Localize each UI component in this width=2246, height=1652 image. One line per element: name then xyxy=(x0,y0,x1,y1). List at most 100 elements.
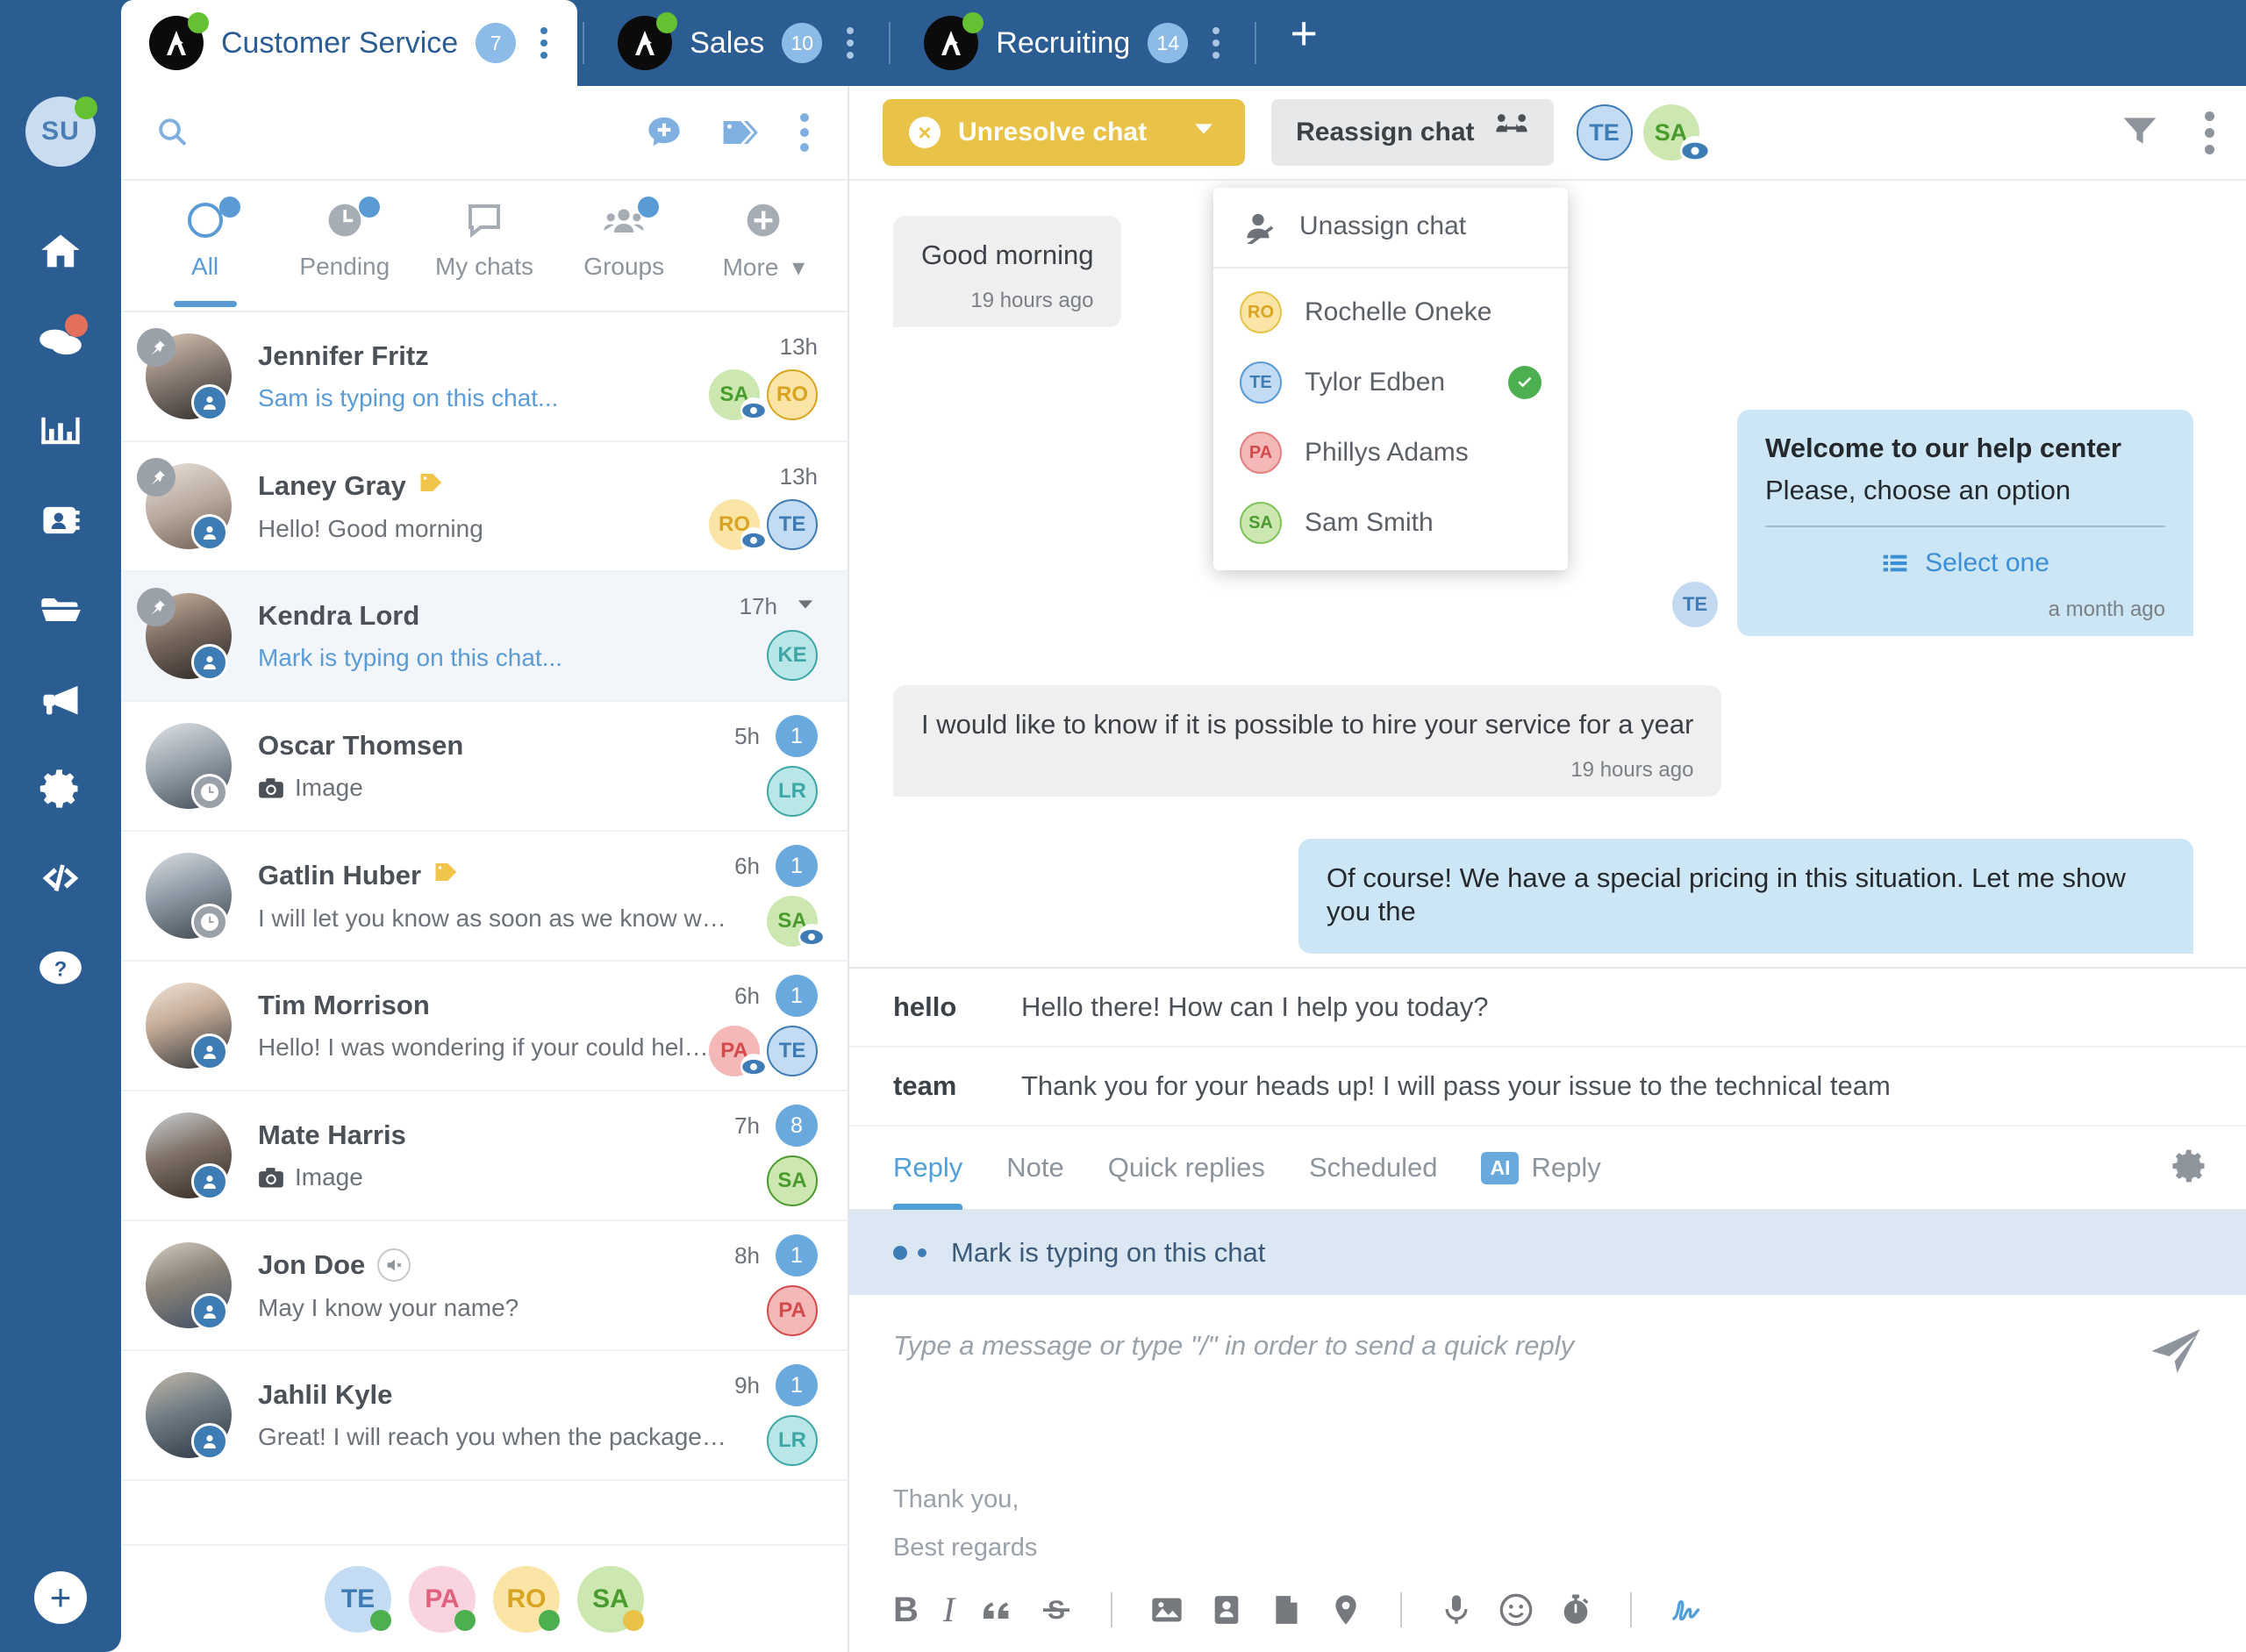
tab-options-icon[interactable] xyxy=(533,24,554,62)
presence-dot xyxy=(370,1609,391,1631)
agent-avatar[interactable]: TE xyxy=(325,1565,391,1633)
more-options-icon[interactable] xyxy=(795,110,814,155)
signature-icon[interactable] xyxy=(1669,1592,1704,1627)
filter-groups[interactable]: Groups xyxy=(554,197,694,290)
chat-list-item[interactable]: Jahlil Kyle Great! I will reach you when… xyxy=(121,1351,848,1481)
sidebar-item-contacts[interactable] xyxy=(0,476,121,565)
add-tab-button[interactable]: + xyxy=(1262,10,1346,57)
filter-label: My chats xyxy=(434,253,534,280)
quick-reply-item[interactable]: hello Hello there! How can I help you to… xyxy=(849,969,2246,1048)
agent-avatar[interactable]: PA xyxy=(409,1565,476,1633)
group-icon xyxy=(603,197,660,244)
tab-scheduled[interactable]: Scheduled xyxy=(1309,1126,1438,1210)
composer-settings-icon[interactable] xyxy=(2171,1147,2209,1190)
agent-avatar[interactable]: RO xyxy=(493,1565,560,1633)
tag-icon xyxy=(418,469,445,503)
dropdown-item-agent[interactable]: SA Sam Smith xyxy=(1213,488,1568,558)
sidebar-item-analytics[interactable] xyxy=(0,386,121,476)
presence-dot xyxy=(454,1609,476,1631)
contact-name: Kendra Lord xyxy=(258,600,740,632)
chevron-down-icon[interactable] xyxy=(793,592,818,621)
timestamp-row: 9h 1 xyxy=(734,1364,818,1406)
chat-list-item[interactable]: Tim Morrison Hello! I was wondering if y… xyxy=(121,962,848,1091)
sidebar-item-home[interactable] xyxy=(0,207,121,297)
chat-list-item[interactable]: Laney Gray Hello! Good morning 13h RO TE xyxy=(121,442,848,572)
dropdown-item-agent-selected[interactable]: TE Tylor Edben xyxy=(1213,347,1568,418)
document-icon[interactable] xyxy=(1269,1592,1304,1627)
tab-recruiting[interactable]: Recruiting 14 xyxy=(896,0,1249,86)
timestamp: 9h xyxy=(734,1371,760,1398)
tab-customer-service[interactable]: Customer Service 7 xyxy=(121,0,578,86)
chat-list-item[interactable]: Jennifer Fritz Sam is typing on this cha… xyxy=(121,312,848,442)
assignee-avatar: LR xyxy=(767,766,818,817)
sidebar-item-help[interactable]: ? xyxy=(0,923,121,1012)
strikethrough-icon[interactable]: S xyxy=(1039,1592,1074,1627)
new-chat-icon[interactable] xyxy=(644,112,684,153)
message-input[interactable]: Type a message or type "/" in order to s… xyxy=(893,1327,2123,1362)
send-icon[interactable] xyxy=(2123,1327,2202,1380)
filter-icon[interactable] xyxy=(2121,111,2159,154)
reassign-chat-dropdown[interactable]: Unassign chat RO Rochelle Oneke TE Tylor… xyxy=(1213,188,1568,570)
dropdown-item-agent[interactable]: PA Phillys Adams xyxy=(1213,418,1568,488)
chevron-down-icon xyxy=(1189,114,1219,151)
chat-list-item[interactable]: Gatlin Huber I will let you know as soon… xyxy=(121,832,848,962)
sidebar-item-developers[interactable] xyxy=(0,833,121,923)
sidebar-item-campaigns[interactable] xyxy=(0,654,121,744)
chat-item-meta: 9h 1 LR xyxy=(734,1364,818,1466)
contact-card-icon[interactable] xyxy=(1209,1592,1244,1627)
developers-icon xyxy=(42,864,79,891)
filter-label: All xyxy=(191,253,219,280)
quote-icon[interactable] xyxy=(979,1592,1014,1627)
user-avatar-wrapper[interactable]: SU xyxy=(25,97,97,167)
tab-ai-reply[interactable]: AI Reply xyxy=(1481,1126,1601,1210)
dropdown-item-unassign[interactable]: Unassign chat xyxy=(1213,195,1568,258)
tab-unread-badge: 14 xyxy=(1148,23,1189,63)
agent-avatar[interactable]: SA xyxy=(577,1565,644,1633)
tab-options-icon[interactable] xyxy=(1205,24,1227,62)
chat-list-item[interactable]: Mate Harris Image 7h 8 SA xyxy=(121,1091,848,1221)
filter-pending[interactable]: Pending xyxy=(275,197,414,290)
sidebar-item-chats[interactable] xyxy=(0,297,121,386)
contact-name-text: Laney Gray xyxy=(258,470,406,501)
chat-list-item[interactable]: Oscar Thomsen Image 5h 1 LR xyxy=(121,702,848,832)
more-options-icon[interactable] xyxy=(2205,111,2214,154)
tab-separator xyxy=(889,22,891,64)
unresolve-chat-button[interactable]: × Unresolve chat xyxy=(883,99,1246,166)
tab-note[interactable]: Note xyxy=(1006,1126,1063,1210)
tab-options-icon[interactable] xyxy=(840,24,861,62)
chat-list-item-selected[interactable]: Kendra Lord Mark is typing on this chat.… xyxy=(121,572,848,702)
quick-reply-item[interactable]: team Thank you for your heads up! I will… xyxy=(849,1048,2246,1126)
assignee-badges: RO TE xyxy=(709,498,818,554)
tags-icon[interactable] xyxy=(719,112,760,153)
image-icon[interactable] xyxy=(1149,1592,1184,1627)
bold-icon[interactable]: B xyxy=(893,1592,919,1627)
emoji-icon[interactable] xyxy=(1499,1592,1534,1627)
filter-more[interactable]: More ▾ xyxy=(694,197,833,290)
contact-name: Jon Doe xyxy=(258,1248,734,1282)
workspace-tab-bar: Customer Service 7 Sales 10 Recruiting 1… xyxy=(0,0,2246,86)
dropdown-item-agent[interactable]: RO Rochelle Oneke xyxy=(1213,277,1568,347)
tab-quick-replies[interactable]: Quick replies xyxy=(1108,1126,1265,1210)
timer-icon[interactable] xyxy=(1558,1592,1593,1627)
assigned-agent-avatar[interactable]: TE xyxy=(1576,104,1633,161)
sidebar-item-files[interactable] xyxy=(0,565,121,654)
tab-reply[interactable]: Reply xyxy=(893,1126,963,1210)
chat-item-meta: 13h RO TE xyxy=(709,463,818,554)
search-icon[interactable] xyxy=(154,114,191,151)
italic-icon[interactable]: I xyxy=(943,1592,955,1627)
reassign-chat-button[interactable]: Reassign chat xyxy=(1271,99,1554,166)
chat-list[interactable]: Jennifer Fritz Sam is typing on this cha… xyxy=(121,312,848,1544)
chat-list-item[interactable]: Jon Doe May I know your name? 8h 1 PA xyxy=(121,1221,848,1351)
add-new-button[interactable]: + xyxy=(34,1571,87,1624)
timestamp: 8h xyxy=(734,1241,760,1269)
watching-agent-avatar[interactable]: SA xyxy=(1642,104,1710,166)
sidebar-item-settings[interactable] xyxy=(0,744,121,833)
contact-name-text: Jahlil Kyle xyxy=(258,1379,393,1410)
microphone-icon[interactable] xyxy=(1439,1592,1474,1627)
location-icon[interactable] xyxy=(1328,1592,1363,1627)
filter-my-chats[interactable]: My chats xyxy=(414,197,554,290)
timestamp-row: 8h 1 xyxy=(734,1234,818,1277)
select-one-action[interactable]: Select one xyxy=(1765,543,2165,582)
tab-sales[interactable]: Sales 10 xyxy=(590,0,883,86)
filter-all[interactable]: All xyxy=(135,197,275,290)
